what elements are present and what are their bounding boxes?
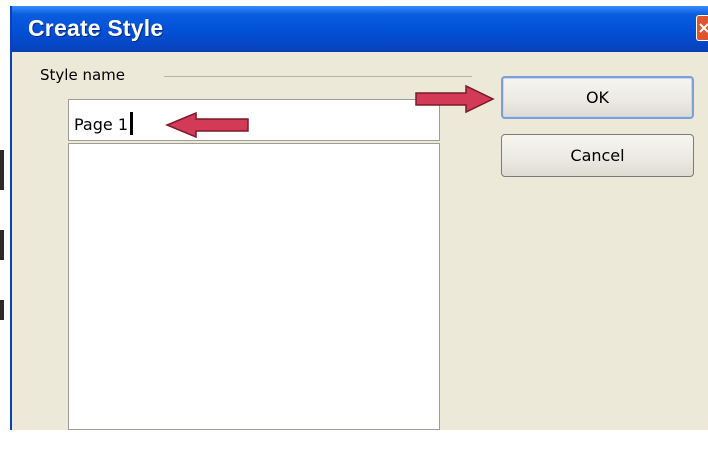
style-name-input[interactable]: Page 1	[68, 99, 440, 141]
cancel-button[interactable]: Cancel	[501, 134, 694, 177]
style-name-label: Style name	[40, 66, 125, 84]
title-bar: Create Style	[12, 6, 708, 52]
dialog-title: Create Style	[28, 15, 164, 41]
ok-button[interactable]: OK	[501, 76, 694, 119]
close-icon	[699, 23, 708, 33]
close-button[interactable]	[696, 15, 708, 41]
style-name-list[interactable]	[68, 143, 440, 430]
background-edge-mark	[0, 300, 4, 320]
background-edge-mark	[0, 150, 4, 190]
background-edge-mark	[0, 230, 4, 260]
group-divider	[164, 76, 472, 77]
annotation-arrow-right-icon	[415, 84, 495, 114]
create-style-dialog: Create Style Style name Page 1 OK Cancel	[10, 6, 708, 430]
annotation-arrow-left-icon	[165, 111, 249, 139]
style-name-value: Page 1	[74, 115, 128, 134]
text-caret	[130, 112, 133, 135]
